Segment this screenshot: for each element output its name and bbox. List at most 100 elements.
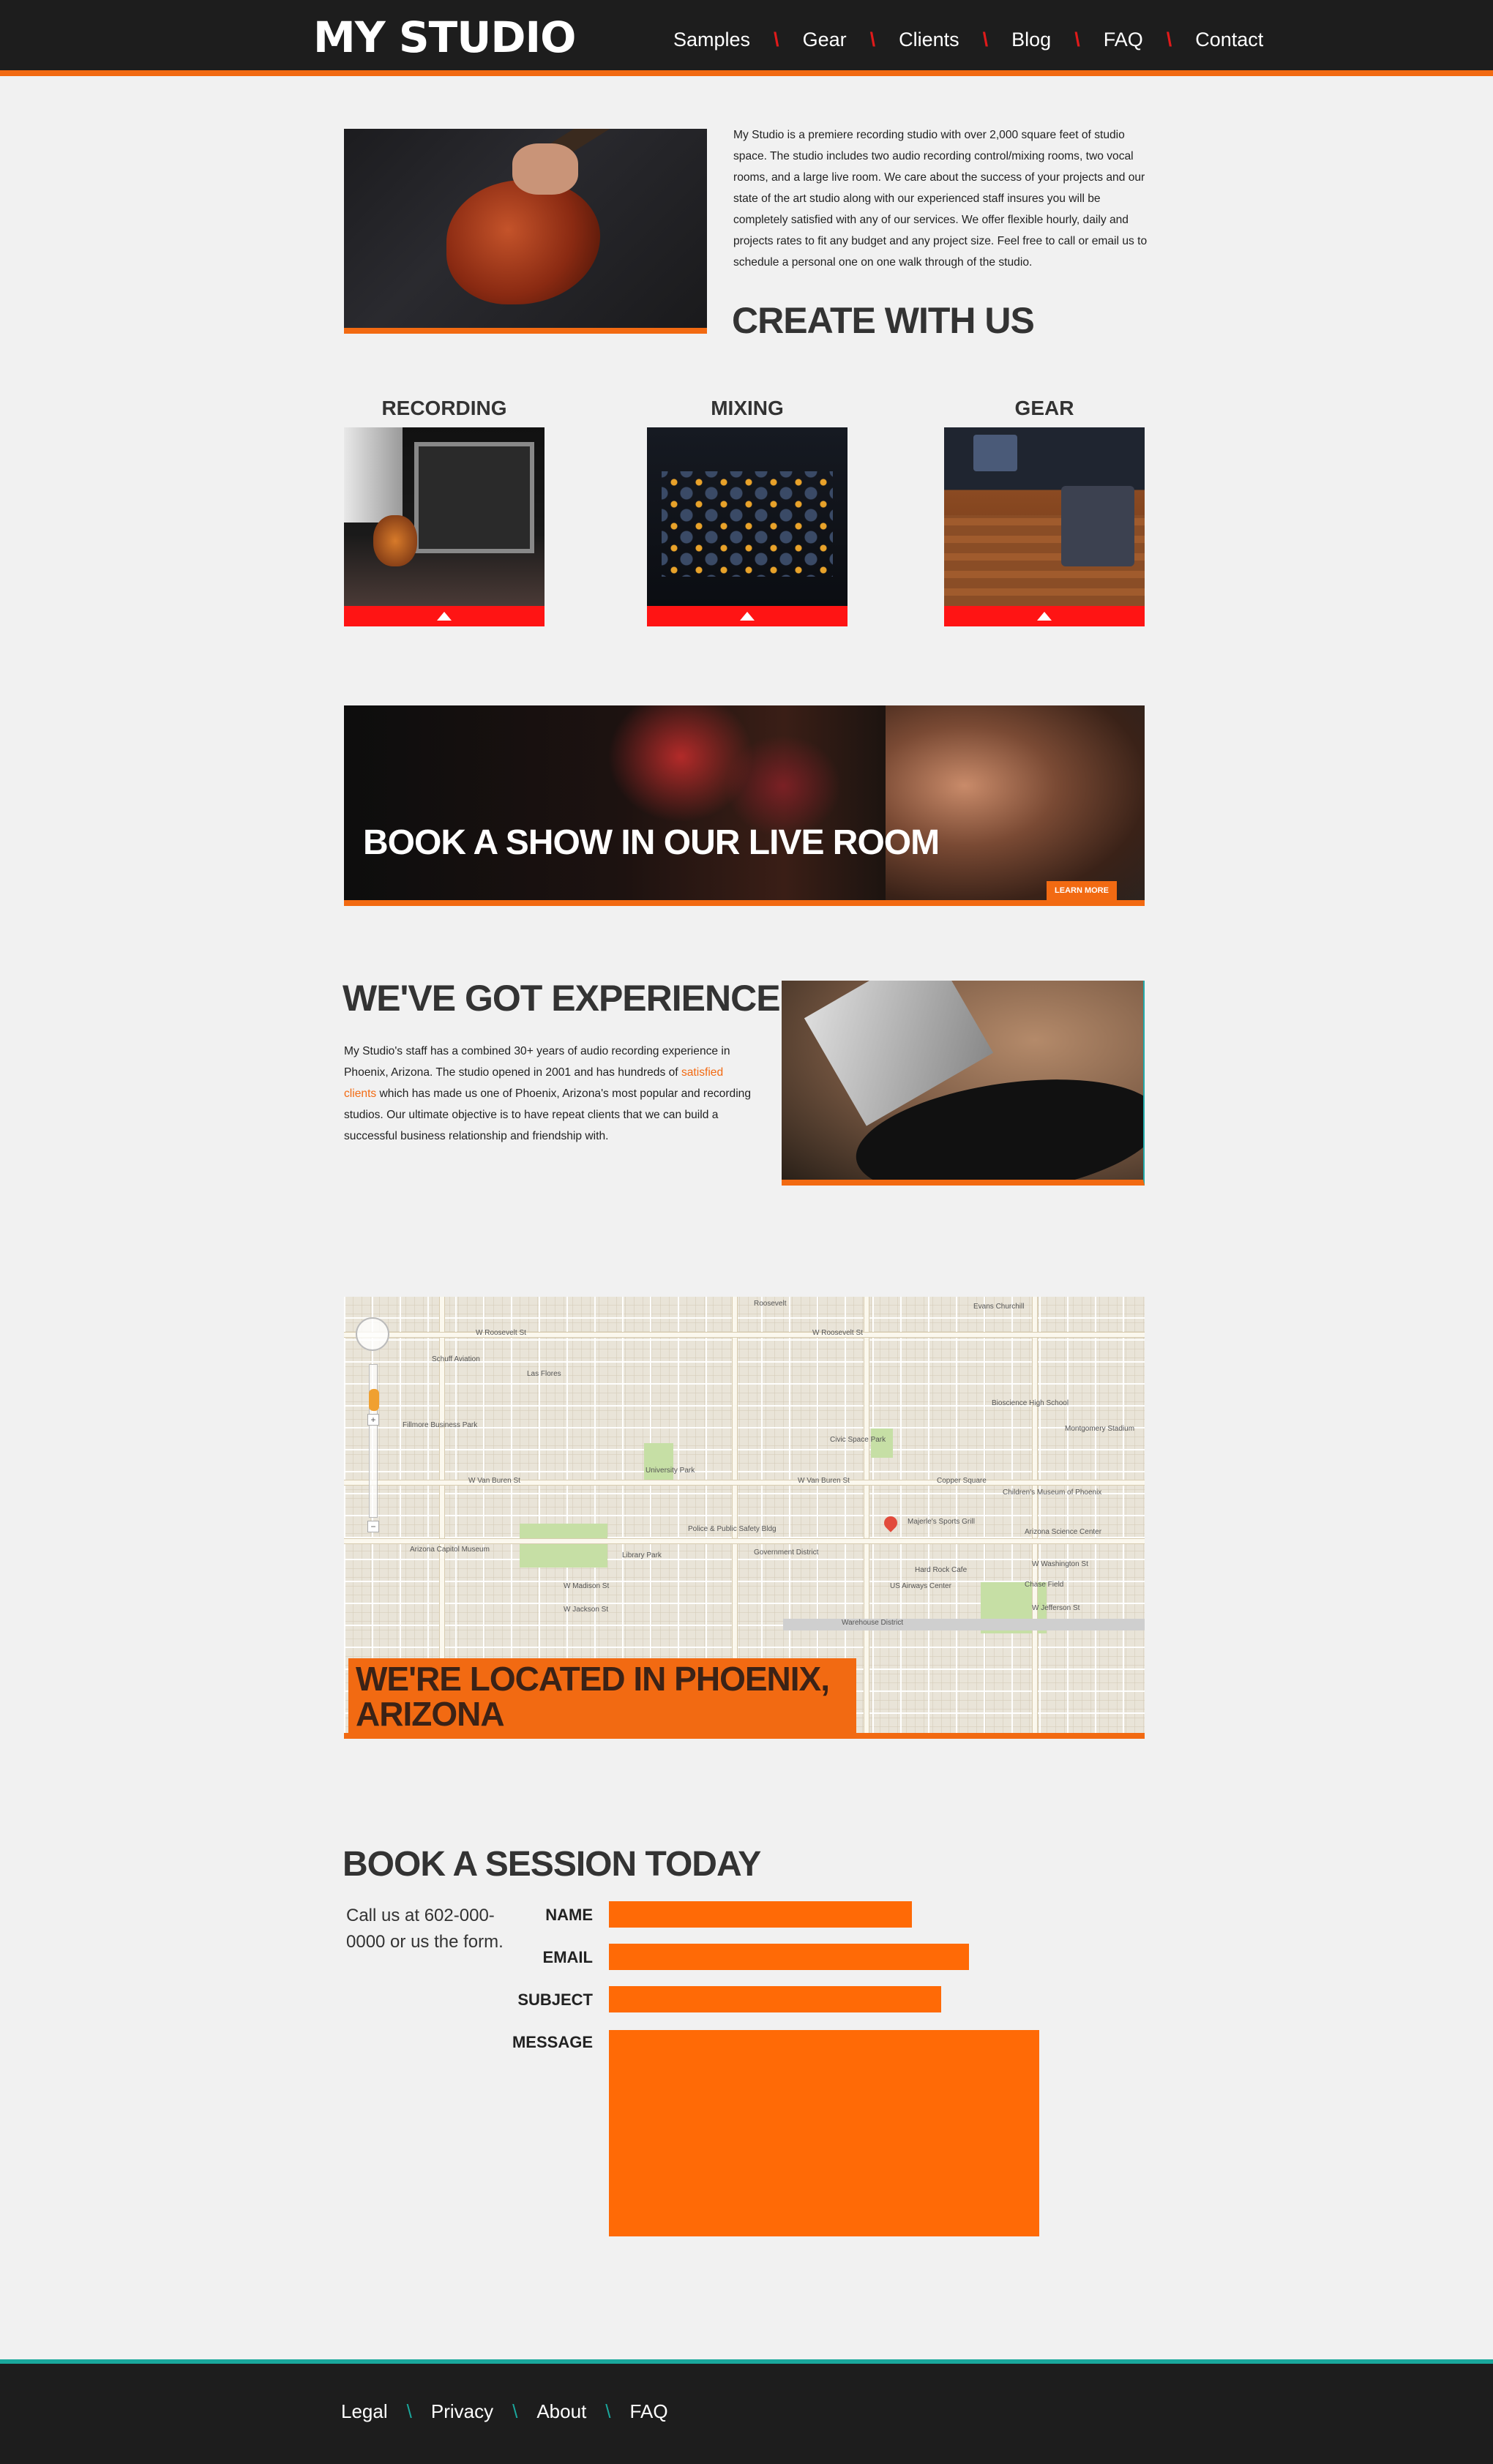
nav-separator: \ — [869, 28, 876, 50]
up-arrow-icon — [437, 612, 452, 621]
service-expand-bar[interactable] — [344, 606, 545, 626]
zoom-out-icon[interactable]: − — [367, 1521, 379, 1532]
footer-privacy[interactable]: Privacy — [431, 2400, 493, 2423]
map-label: Fillmore Business Park — [403, 1421, 478, 1429]
map-label: Civic Space Park — [830, 1436, 886, 1444]
map-road — [1032, 1297, 1038, 1733]
footer-faq[interactable]: FAQ — [630, 2400, 668, 2423]
service-mixing[interactable]: MIXING — [647, 392, 847, 626]
booking-title: BOOK A SESSION TODAY — [343, 1845, 761, 1884]
experience-text-part: which has made us one of Phoenix, Arizon… — [344, 1087, 752, 1142]
experience-title: WE'VE GOT EXPERIENCE — [343, 978, 781, 1019]
nav-blog[interactable]: Blog — [1011, 29, 1051, 51]
service-label: RECORDING — [381, 397, 507, 419]
footer-legal[interactable]: Legal — [341, 2400, 388, 2423]
street-view-icon[interactable] — [369, 1389, 379, 1411]
site-logo[interactable]: MY STUDIO — [313, 16, 576, 59]
map-label: W Washington St — [1032, 1560, 1088, 1568]
guitar-case-photo — [782, 981, 1145, 1186]
email-label: EMAIL — [542, 1948, 593, 1966]
nav-separator: \ — [1074, 28, 1080, 50]
name-label: NAME — [545, 1906, 593, 1924]
map-label: Schuff Aviation — [432, 1355, 480, 1363]
email-field[interactable] — [609, 1944, 969, 1970]
map-label: Library Park — [622, 1551, 662, 1559]
map-rail — [783, 1619, 1145, 1630]
subject-field[interactable] — [609, 1986, 941, 2012]
map-label: Warehouse District — [842, 1619, 904, 1627]
service-expand-bar[interactable] — [647, 606, 847, 626]
map-label: Evans Churchill — [973, 1303, 1025, 1311]
map-park — [520, 1524, 607, 1568]
map-label: Government District — [754, 1549, 819, 1557]
service-gear[interactable]: GEAR — [944, 392, 1145, 626]
hand — [512, 143, 578, 195]
experience-text: My Studio's staff has a combined 30+ yea… — [344, 1041, 754, 1147]
subject-label: SUBJECT — [517, 1991, 593, 2009]
experience-text-part: My Studio's staff has a combined 30+ yea… — [344, 1045, 730, 1079]
nav-faq[interactable]: FAQ — [1104, 29, 1143, 51]
footer-separator: \ — [605, 2400, 611, 2422]
create-title: CREATE WITH US — [732, 300, 1035, 341]
map-pan-control-icon[interactable] — [356, 1317, 389, 1351]
nav-gear[interactable]: Gear — [803, 29, 847, 51]
caption-line: WE'RE LOCATED IN PHOENIX, ARIZONA — [356, 1660, 830, 1733]
guitar-body — [446, 180, 600, 304]
service-recording[interactable]: RECORDING — [344, 392, 545, 626]
map-label: University Park — [646, 1467, 695, 1475]
map-label: W Jefferson St — [1032, 1604, 1080, 1612]
live-room-banner: BOOK A SHOW IN OUR LIVE ROOM LEARN MORE — [344, 705, 1145, 906]
map-caption: WE'RE LOCATED IN PHOENIX, ARIZONA AT WAS… — [348, 1658, 856, 1733]
map-road — [344, 1332, 1145, 1338]
map-label: Chase Field — [1025, 1581, 1064, 1589]
up-arrow-icon — [740, 612, 755, 621]
main-nav: Samples \ Gear \ Clients \ Blog \ FAQ \ … — [673, 26, 1263, 53]
footer-separator: \ — [406, 2400, 412, 2422]
nav-separator: \ — [982, 28, 989, 50]
site-footer: Legal \ Privacy \ About \ FAQ — [0, 2359, 1493, 2464]
mixer-knobs — [662, 471, 833, 577]
map-label: Arizona Science Center — [1025, 1528, 1102, 1536]
nav-separator: \ — [1166, 28, 1172, 50]
map-road — [344, 1480, 1145, 1486]
learn-more-button[interactable]: LEARN MORE — [1047, 881, 1117, 900]
footer-separator: \ — [512, 2400, 518, 2422]
intro-text: My Studio is a premiere recording studio… — [733, 129, 1148, 269]
banner-title: BOOK A SHOW IN OUR LIVE ROOM — [363, 823, 940, 862]
map-label: Majerle's Sports Grill — [908, 1518, 975, 1526]
caption-line: AT WASHINGTON AND 1ST — [356, 1731, 849, 1733]
map-label: W Roosevelt St — [476, 1329, 526, 1337]
map-label: Copper Square — [937, 1477, 987, 1485]
nav-separator: \ — [774, 28, 779, 50]
window — [344, 427, 403, 523]
zoom-in-icon[interactable]: + — [367, 1414, 379, 1426]
mixing-photo — [647, 427, 847, 606]
location-map[interactable]: Roosevelt Evans Churchill W Roosevelt St… — [344, 1297, 1145, 1739]
footer-about[interactable]: About — [536, 2400, 586, 2423]
map-label: W Madison St — [564, 1582, 610, 1590]
nav-samples[interactable]: Samples — [673, 29, 750, 51]
nav-clients[interactable]: Clients — [899, 29, 959, 51]
map-marker-icon[interactable] — [881, 1513, 900, 1532]
map-label: Las Flores — [527, 1370, 561, 1378]
site-header: MY STUDIO Samples \ Gear \ Clients \ Blo… — [0, 0, 1493, 76]
map-label: Children's Museum of Phoenix — [1003, 1488, 1102, 1497]
map-label: Hard Rock Cafe — [915, 1566, 968, 1574]
pedal — [973, 435, 1017, 471]
recording-photo — [344, 427, 545, 606]
name-field[interactable] — [609, 1901, 912, 1928]
map-label: US Airways Center — [890, 1582, 951, 1590]
map-road — [864, 1297, 869, 1733]
amp — [414, 442, 534, 553]
service-label: MIXING — [711, 397, 784, 419]
performer — [886, 705, 1145, 900]
map-zoom-slider[interactable] — [369, 1364, 378, 1518]
service-expand-bar[interactable] — [944, 606, 1145, 626]
map-label: Montgomery Stadium — [1065, 1425, 1135, 1433]
message-label: MESSAGE — [512, 2033, 593, 2051]
map-label: W Roosevelt St — [812, 1329, 863, 1337]
message-field[interactable] — [609, 2030, 1039, 2236]
pedal — [1061, 486, 1134, 566]
service-label: GEAR — [1014, 397, 1074, 419]
nav-contact[interactable]: Contact — [1195, 29, 1263, 51]
